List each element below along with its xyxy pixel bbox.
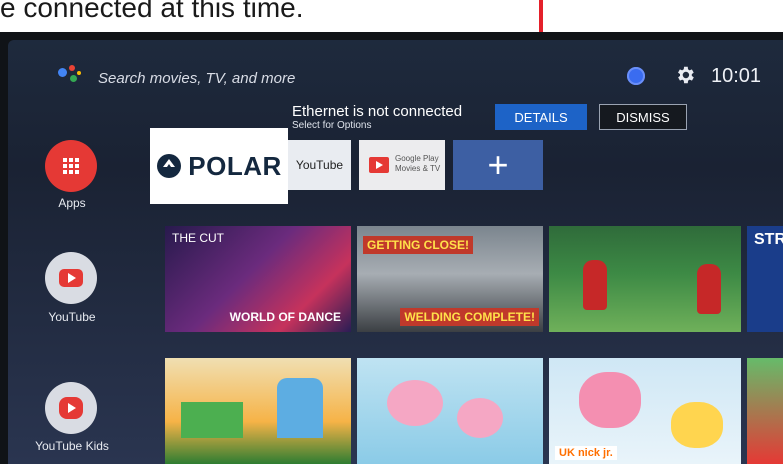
clock: 10:01 xyxy=(711,65,762,87)
gear-icon[interactable] xyxy=(674,64,696,86)
video-overlay-text: WORLD OF DANCE xyxy=(229,310,341,324)
golfer-figure xyxy=(583,260,607,310)
polar-logo-icon xyxy=(157,154,182,178)
app-tile-google-play-movies[interactable]: Google Play Movies & TV xyxy=(359,140,445,190)
video-tile-partial[interactable]: STR xyxy=(747,226,783,332)
video-thumbnail-shape xyxy=(277,378,323,438)
google-assistant-icon[interactable] xyxy=(58,65,82,85)
sidebar-item-youtube-kids[interactable] xyxy=(45,382,97,434)
add-app-button[interactable]: + xyxy=(453,140,543,190)
app-tile-polar[interactable]: POLAR xyxy=(150,128,288,204)
youtube-play-icon xyxy=(59,269,83,287)
sidebar-item-youtube[interactable] xyxy=(45,252,97,304)
video-thumbnail-shape xyxy=(579,372,641,428)
video-tile-partial[interactable] xyxy=(747,358,783,464)
tv-screen: Search movies, TV, and more 10:01 Ethern… xyxy=(8,40,783,464)
app-tile-youtube[interactable]: YouTube xyxy=(288,140,351,190)
app-tile-label-line: Movies & TV xyxy=(395,164,441,173)
apps-grid-icon xyxy=(63,158,79,174)
video-thumbnail-shape xyxy=(671,402,723,448)
video-thumbnail-shape xyxy=(181,402,243,438)
details-button[interactable]: DETAILS xyxy=(495,104,587,130)
youtube-kids-icon xyxy=(59,397,83,419)
video-thumbnail-shape xyxy=(387,380,443,426)
dismiss-button[interactable]: DISMISS xyxy=(599,104,687,130)
video-caption-top: GETTING CLOSE! xyxy=(363,236,473,254)
search-input[interactable]: Search movies, TV, and more xyxy=(98,70,295,87)
video-caption-bottom: WELDING COMPLETE! xyxy=(400,308,539,326)
notification-subtitle: Select for Options xyxy=(292,120,372,131)
video-tile-paw-patrol[interactable]: UK nick jr. xyxy=(549,358,741,464)
video-tile-blippi[interactable] xyxy=(165,358,351,464)
notification-title: Ethernet is not connected xyxy=(292,103,463,120)
video-tile-peppa-pig[interactable] xyxy=(357,358,543,464)
plus-icon: + xyxy=(487,144,509,185)
app-tile-label-line: Google Play xyxy=(395,154,439,163)
app-tile-label: YouTube xyxy=(295,158,344,172)
google-play-movies-icon xyxy=(369,157,389,173)
notification-icon[interactable] xyxy=(627,67,645,85)
sidebar-item-apps[interactable] xyxy=(45,140,97,192)
sidebar-item-label: YouTube Kids xyxy=(35,439,109,453)
sidebar-item-label: YouTube xyxy=(48,310,96,324)
video-tile-the-cut[interactable]: THE CUT WORLD OF DANCE xyxy=(165,226,351,332)
video-thumbnail-shape xyxy=(457,398,503,438)
caption-text: e connected at this time. xyxy=(0,0,304,23)
video-tile-welding[interactable]: GETTING CLOSE! WELDING COMPLETE! xyxy=(357,226,543,332)
polar-logo-text: POLAR xyxy=(188,150,282,181)
video-tile-golf[interactable] xyxy=(549,226,741,332)
video-badge: UK nick jr. xyxy=(555,446,617,460)
video-title: STR xyxy=(754,231,783,248)
golfer-figure xyxy=(697,264,721,314)
video-title: THE CUT xyxy=(172,231,224,245)
sidebar-item-label: Apps xyxy=(58,196,86,210)
app-tile-label: Google Play Movies & TV xyxy=(395,154,440,174)
